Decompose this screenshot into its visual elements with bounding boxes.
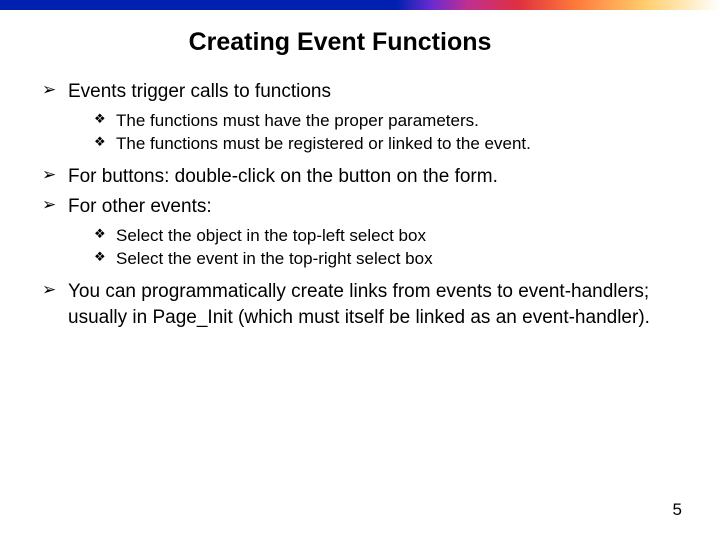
bullet-text: Events trigger calls to functions [68, 81, 331, 102]
sub-bullet-item: The functions must have the proper param… [94, 109, 680, 133]
bullet-item: For buttons: double-click on the button … [40, 164, 680, 190]
bullet-item: You can programmatically create links fr… [40, 279, 680, 330]
slide-body: Events trigger calls to functions The fu… [0, 79, 720, 330]
bullet-text: For other events: [68, 196, 212, 217]
slide-title: Creating Event Functions [0, 28, 720, 57]
page-number: 5 [673, 500, 682, 520]
sub-bullet-item: Select the object in the top-left select… [94, 224, 680, 248]
bullet-list-level2: The functions must have the proper param… [94, 109, 680, 157]
sub-bullet-item: The functions must be registered or link… [94, 132, 680, 156]
top-gradient-bar [0, 0, 720, 10]
bullet-list-level2: Select the object in the top-left select… [94, 224, 680, 272]
bullet-item: For other events: Select the object in t… [40, 194, 680, 271]
bullet-item: Events trigger calls to functions The fu… [40, 79, 680, 156]
bullet-list-level1: Events trigger calls to functions The fu… [40, 79, 680, 330]
sub-bullet-item: Select the event in the top-right select… [94, 247, 680, 271]
